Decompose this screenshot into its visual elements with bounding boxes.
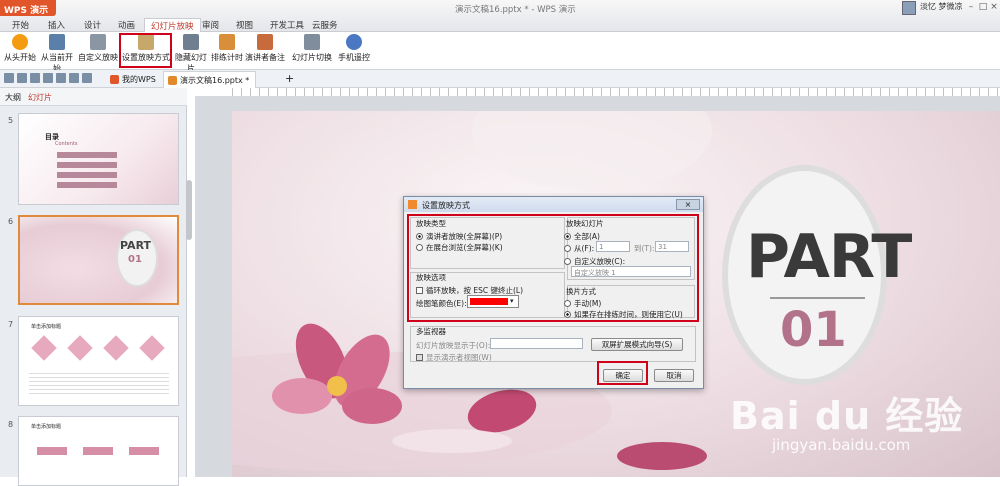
radio-icon: [564, 258, 571, 265]
speaker-notes-button[interactable]: 演讲者备注: [245, 34, 285, 68]
minimize-icon[interactable]: –: [965, 2, 977, 13]
presenter-view-checkbox[interactable]: 显示演示者视图(W): [416, 352, 492, 363]
divider: [770, 297, 865, 299]
pptx-icon: [168, 76, 177, 85]
to-input[interactable]: 31: [655, 241, 689, 252]
tab-review[interactable]: 审阅: [196, 18, 225, 32]
manual-radio[interactable]: 手动(M): [564, 298, 601, 309]
from-start-button[interactable]: 从头开始: [4, 34, 36, 68]
from-input[interactable]: 1: [596, 241, 630, 252]
tab-view[interactable]: 视图: [230, 18, 259, 32]
slide-number: 8: [8, 420, 14, 429]
tab-animation[interactable]: 动画: [112, 18, 141, 32]
checkbox-icon: [416, 287, 423, 294]
baidu-watermark-logo: Bai du 经验: [730, 394, 964, 438]
slide-thumbnail-6[interactable]: PART 01: [18, 215, 179, 305]
show-on-label: 幻灯片放映显示于(O):: [416, 341, 491, 350]
tab-outline[interactable]: 大纲: [5, 92, 21, 103]
options-group-label: 放映选项: [416, 273, 446, 282]
slides-group-label: 放映幻灯片: [566, 219, 604, 228]
phone-remote-icon: [346, 34, 362, 50]
speaker-icon: [257, 34, 273, 50]
tab-design[interactable]: 设计: [78, 18, 107, 32]
tab-slideshow[interactable]: 幻灯片放映: [144, 18, 201, 32]
range-radio[interactable]: 从(F):: [564, 243, 594, 254]
presenter-radio[interactable]: 演讲者放映(全屏幕)(P): [416, 231, 502, 242]
open-icon[interactable]: [17, 73, 27, 83]
radio-checked-icon: [416, 233, 423, 240]
tab-document[interactable]: 演示文稿16.pptx *: [163, 71, 257, 88]
close-icon[interactable]: ×: [988, 2, 1000, 13]
part-number[interactable]: 01: [780, 302, 847, 358]
transition-icon: [304, 34, 320, 50]
dialog-title: 设置放映方式: [404, 197, 703, 212]
wps-app-menu-button[interactable]: WPS 演示: [0, 0, 56, 16]
phone-remote-button[interactable]: 手机遥控: [336, 34, 372, 68]
new-icon[interactable]: [4, 73, 14, 83]
tab-my-wps[interactable]: 我的WPS: [106, 71, 162, 88]
tab-insert[interactable]: 插入: [42, 18, 71, 32]
pen-color-label: 绘图笔颜色(E):: [416, 299, 467, 308]
hide-slide-icon: [183, 34, 199, 50]
pane-scrollbar[interactable]: [186, 180, 192, 240]
type-group-label: 放映类型: [416, 219, 446, 228]
rehearse-timing-button[interactable]: 排练计时: [211, 34, 243, 68]
slide-number: 5: [8, 116, 14, 125]
hide-slide-button[interactable]: 隐藏幻灯片: [172, 34, 210, 73]
dual-screen-wizard-button[interactable]: 双屏扩展模式向导(S): [591, 338, 683, 351]
new-tab-button[interactable]: +: [285, 72, 294, 85]
radio-checked-icon: [564, 311, 571, 318]
from-current-button[interactable]: 从当前开始: [38, 34, 76, 73]
part-title[interactable]: PART: [746, 222, 912, 292]
use-timing-radio[interactable]: 如果存在排练时间，则使用它(U): [564, 309, 683, 320]
radio-icon: [416, 244, 423, 251]
radio-icon: [564, 245, 571, 252]
custom-show-button[interactable]: 自定义放映: [78, 34, 118, 68]
monitor-select[interactable]: [490, 338, 583, 349]
pen-color-select[interactable]: ▾: [467, 295, 519, 308]
play-icon: [12, 34, 28, 50]
play-current-icon: [49, 34, 65, 50]
save-icon[interactable]: [30, 73, 40, 83]
slide-thumbnail-5[interactable]: 目录 Contents: [18, 113, 179, 205]
user-name[interactable]: 淡忆 梦微凉: [920, 1, 963, 12]
slide-thumbnail-7[interactable]: 单击添加标题: [18, 316, 179, 406]
all-slides-radio[interactable]: 全部(A): [564, 231, 600, 242]
radio-checked-icon: [564, 233, 571, 240]
custom-show-select[interactable]: 自定义放映 1: [571, 266, 691, 277]
slide-transition-button[interactable]: 幻灯片切换: [292, 34, 332, 68]
baidu-watermark-url: jingyan.baidu.com: [772, 436, 911, 454]
print-icon[interactable]: [56, 73, 66, 83]
tab-developer[interactable]: 开发工具: [264, 18, 310, 32]
checkbox-icon: [416, 354, 423, 361]
highlight-box: [119, 33, 172, 68]
cancel-button[interactable]: 取消: [654, 369, 694, 382]
timer-icon: [219, 34, 235, 50]
avatar[interactable]: [902, 1, 916, 15]
ruler: [232, 88, 1000, 96]
monitor-group-label: 多监视器: [416, 327, 446, 336]
tab-start[interactable]: 开始: [6, 18, 35, 32]
wps-icon: [110, 75, 119, 84]
window-title: 演示文稿16.pptx * - WPS 演示: [455, 5, 576, 15]
to-label: 到(T):: [634, 244, 655, 253]
chevron-down-icon: ▾: [510, 297, 514, 305]
tab-cloud[interactable]: 云服务: [306, 18, 344, 32]
export-icon[interactable]: [43, 73, 53, 83]
radio-icon: [564, 300, 571, 307]
color-swatch: [470, 298, 508, 305]
ok-button[interactable]: 确定: [603, 369, 643, 382]
slide-number: 7: [8, 320, 14, 329]
custom-show-icon: [90, 34, 106, 50]
redo-icon[interactable]: [82, 73, 92, 83]
slide-number: 6: [8, 217, 14, 226]
undo-icon[interactable]: [69, 73, 79, 83]
dialog-close-button[interactable]: ×: [676, 199, 700, 210]
slide-thumbnail-8[interactable]: 单击添加标题: [18, 416, 179, 486]
dialog-app-icon: [408, 200, 417, 209]
tab-slides[interactable]: 幻灯片: [28, 92, 52, 103]
kiosk-radio[interactable]: 在展台浏览(全屏幕)(K): [416, 242, 503, 253]
advance-group-label: 换片方式: [566, 287, 596, 296]
